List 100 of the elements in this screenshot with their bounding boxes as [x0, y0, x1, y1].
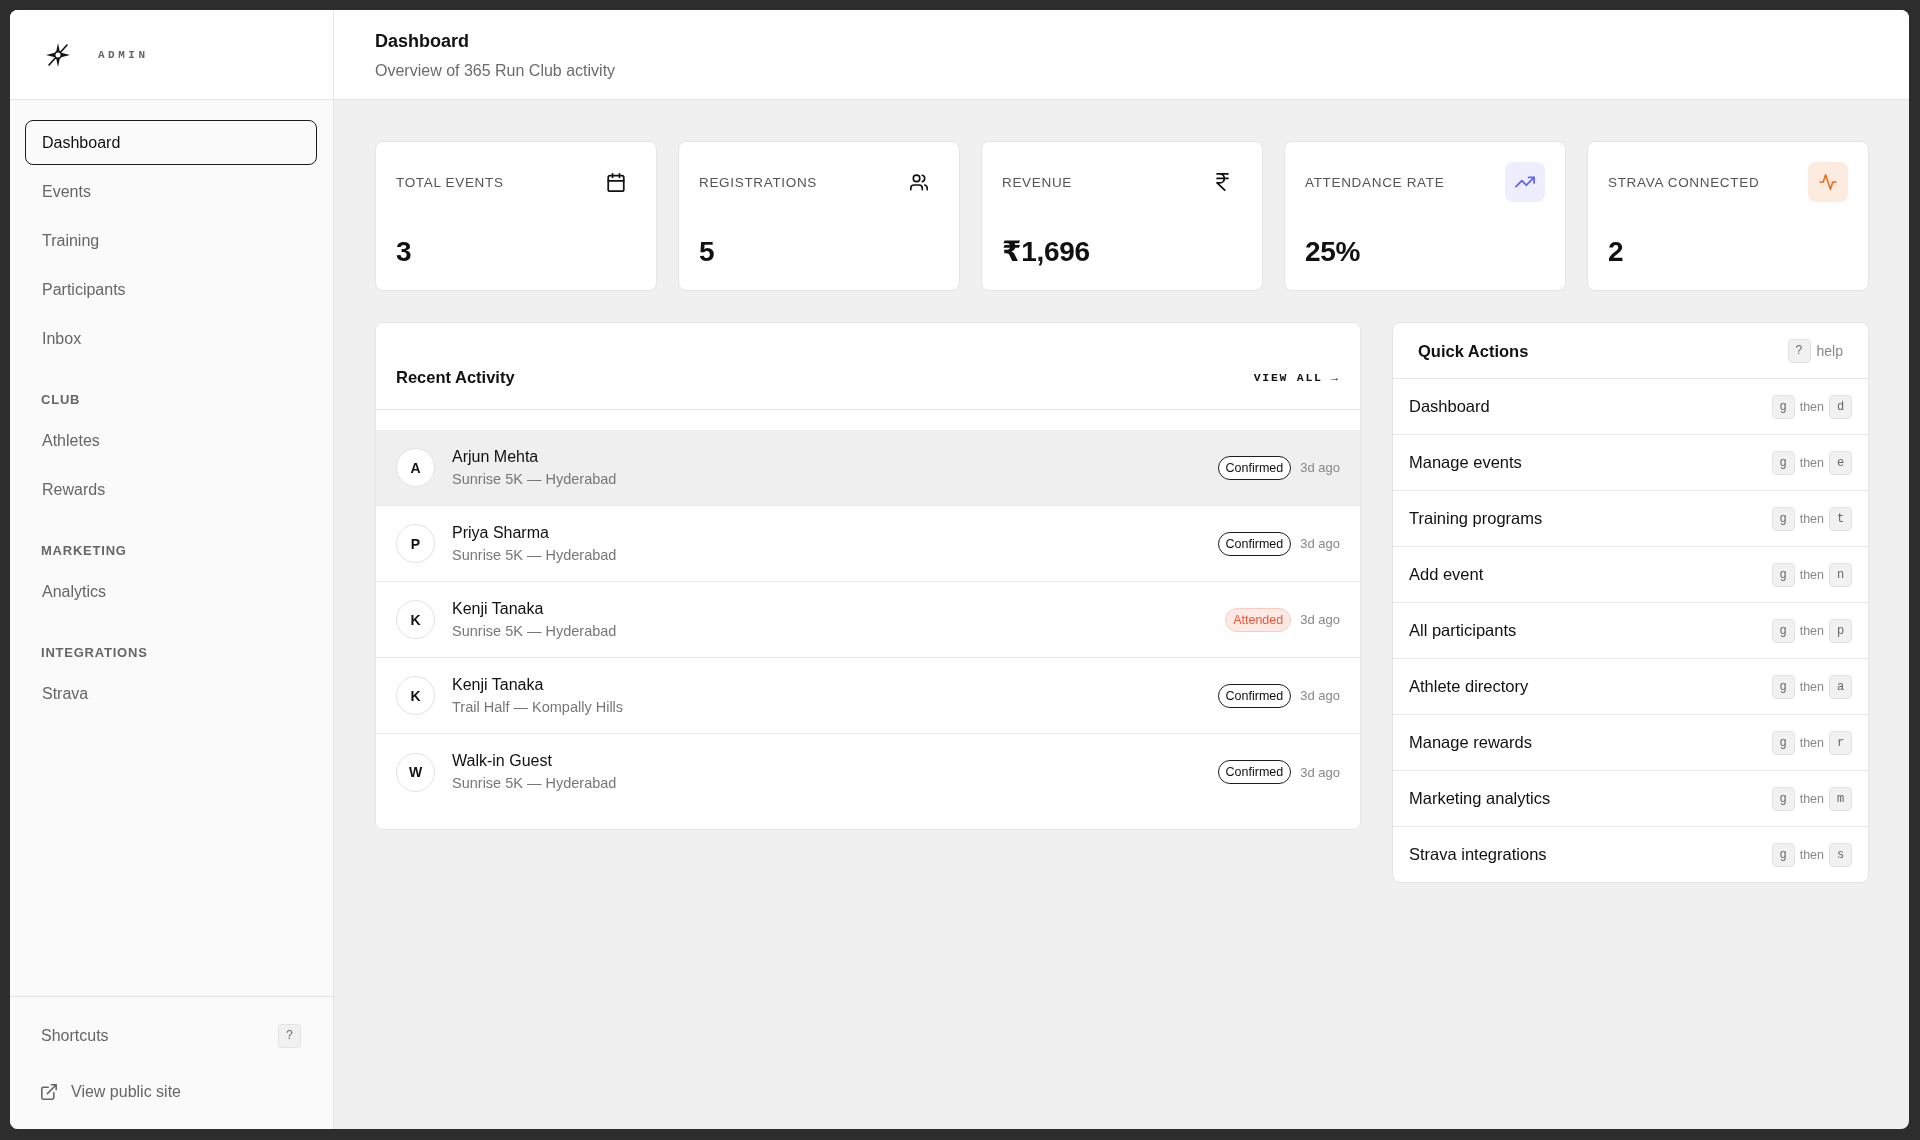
- event-name: Sunrise 5K — Hyderabad: [452, 621, 618, 641]
- starburst-logo-icon: [45, 41, 71, 68]
- page-title: Dashboard: [375, 30, 471, 52]
- key-cap: p: [1829, 618, 1852, 643]
- stat-label: STRAVA CONNECTED: [1608, 174, 1760, 190]
- activity-row[interactable]: A Arjun Mehta Sunrise 5K — Hyderabad Confirmed 3d ago: [376, 430, 1360, 506]
- key-cap: g: [1771, 562, 1795, 587]
- shortcuts-link[interactable]: Shortcuts: [41, 1026, 109, 1045]
- card-title: Recent Activity: [396, 367, 515, 388]
- key-cap: g: [1771, 506, 1795, 531]
- key-cap: g: [1771, 786, 1795, 811]
- key-cap: s: [1829, 842, 1852, 867]
- participant-name: Walk-in Guest: [452, 751, 553, 771]
- page-subtitle: Overview of 365 Run Club activity: [375, 61, 617, 81]
- quick-action-link[interactable]: Manage rewards: [1409, 733, 1532, 752]
- brand-label: ADMIN: [98, 48, 149, 61]
- key-cap: d: [1829, 394, 1852, 419]
- time-ago: 3d ago: [1300, 536, 1340, 551]
- key-cap: ?: [1787, 338, 1811, 363]
- nav-item[interactable]: Inbox: [25, 316, 317, 361]
- key-cap: g: [1771, 842, 1795, 867]
- then-text: then: [1799, 623, 1824, 638]
- rupee-icon: [1215, 173, 1229, 191]
- stat-label: ATTENDANCE RATE: [1305, 174, 1445, 190]
- status-badge: Confirmed: [1217, 455, 1292, 480]
- stat-label: REGISTRATIONS: [699, 174, 818, 190]
- quick-action-link[interactable]: Add event: [1409, 565, 1484, 584]
- nav-section-heading: MARKETING: [40, 542, 128, 560]
- stat-label: TOTAL EVENTS: [396, 174, 504, 190]
- calendar-icon: [607, 172, 625, 192]
- quick-action-link[interactable]: Marketing analytics: [1409, 789, 1551, 808]
- key-cap: a: [1829, 674, 1852, 699]
- event-name: Sunrise 5K — Hyderabad: [452, 469, 618, 489]
- nav-item[interactable]: Analytics: [25, 569, 317, 614]
- stat-value: 25%: [1305, 235, 1362, 269]
- key-cap: m: [1829, 786, 1852, 811]
- key-cap: g: [1771, 674, 1795, 699]
- pulse-icon: [1808, 162, 1848, 202]
- then-text: then: [1799, 791, 1824, 806]
- then-text: then: [1799, 847, 1824, 862]
- nav-item[interactable]: Training: [25, 218, 317, 263]
- key-cap: e: [1829, 450, 1852, 475]
- stat-value: 2: [1608, 235, 1625, 269]
- card-title: Quick Actions: [1418, 340, 1529, 362]
- avatar: A: [396, 448, 435, 487]
- trend-up-icon: [1505, 162, 1545, 202]
- nav-section-heading: INTEGRATIONS: [40, 644, 149, 662]
- users-icon: [910, 172, 928, 192]
- status-badge: Attended: [1225, 607, 1292, 632]
- then-text: then: [1799, 399, 1824, 414]
- key-cap: t: [1829, 506, 1852, 531]
- avatar: K: [396, 600, 435, 639]
- nav-item[interactable]: Athletes: [25, 418, 317, 463]
- status-badge: Confirmed: [1217, 760, 1292, 784]
- time-ago: 3d ago: [1300, 688, 1340, 703]
- key-cap: n: [1829, 562, 1852, 587]
- quick-action-link[interactable]: Manage events: [1409, 453, 1522, 472]
- status-badge: Confirmed: [1217, 683, 1292, 708]
- key-cap: g: [1771, 394, 1795, 419]
- event-name: Sunrise 5K — Hyderabad: [452, 545, 618, 565]
- then-text: then: [1799, 679, 1824, 694]
- key-cap: r: [1829, 730, 1852, 755]
- participant-name: Priya Sharma: [452, 522, 550, 543]
- quick-action-link[interactable]: Dashboard: [1409, 397, 1490, 416]
- avatar: P: [396, 524, 435, 563]
- stat-value: ₹1,696: [1002, 235, 1091, 269]
- nav-section-heading: CLUB: [40, 391, 82, 409]
- quick-action-link[interactable]: All participants: [1409, 621, 1517, 640]
- quick-action-link[interactable]: Athlete directory: [1409, 677, 1529, 696]
- then-text: then: [1799, 511, 1824, 526]
- stat-value: 5: [699, 235, 716, 269]
- nav-item[interactable]: Events: [25, 169, 317, 214]
- event-name: Sunrise 5K — Hyderabad: [452, 774, 618, 793]
- time-ago: 3d ago: [1300, 612, 1340, 627]
- participant-name: Kenji Tanaka: [452, 598, 545, 619]
- participant-name: Kenji Tanaka: [452, 674, 545, 695]
- key-cap: g: [1771, 450, 1795, 475]
- view-all-link[interactable]: VIEW ALL →: [1253, 370, 1340, 384]
- time-ago: 3d ago: [1300, 460, 1340, 475]
- nav-item[interactable]: Participants: [25, 267, 317, 312]
- nav-item[interactable]: Strava: [25, 671, 317, 716]
- event-name: Trail Half — Kompally Hills: [452, 697, 625, 717]
- status-badge: Confirmed: [1217, 531, 1292, 556]
- avatar: K: [396, 676, 435, 715]
- key-cap: g: [1771, 618, 1795, 643]
- then-text: then: [1799, 455, 1824, 470]
- nav-item[interactable]: Rewards: [25, 467, 317, 512]
- quick-action-link[interactable]: Strava integrations: [1409, 845, 1547, 864]
- then-text: then: [1799, 567, 1824, 582]
- quick-action-link[interactable]: Training programs: [1409, 509, 1543, 528]
- public-site-link[interactable]: View public site: [25, 1069, 317, 1114]
- nav-item[interactable]: Dashboard: [25, 120, 317, 165]
- avatar: W: [396, 752, 435, 792]
- stat-value: 3: [396, 235, 413, 269]
- key-cap: g: [1771, 730, 1795, 755]
- participant-name: Arjun Mehta: [452, 446, 540, 467]
- time-ago: 3d ago: [1300, 764, 1340, 780]
- external-link-icon: [41, 1083, 57, 1100]
- key-cap: ?: [278, 1023, 301, 1048]
- then-text: then: [1799, 735, 1824, 750]
